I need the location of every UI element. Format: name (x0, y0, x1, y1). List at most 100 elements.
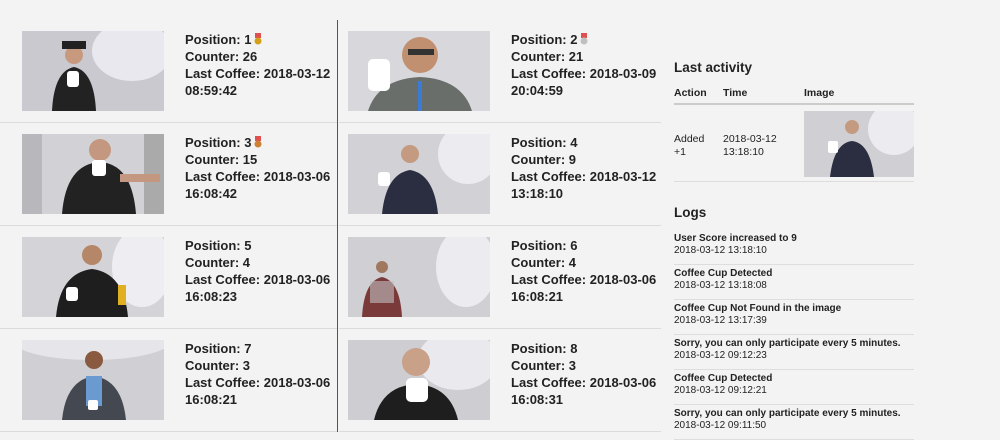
last-coffee-date: 2018-03-12 (263, 66, 331, 81)
leaderboard-card: Position: 4 Counter: 9 Last Coffee: 2018… (339, 123, 661, 226)
last-coffee-date: 2018-03-09 (589, 66, 657, 81)
action-text: Added (674, 133, 705, 145)
leaderboard-card: Position: 7 Counter: 3 Last Coffee: 2018… (0, 329, 337, 432)
entry-info: Position: 1 Counter: 26 Last Coffee: 201… (185, 31, 335, 99)
last-coffee-label: Last Coffee: (511, 66, 587, 81)
position-label: Position: (511, 32, 567, 47)
last-activity-title: Last activity (674, 60, 753, 75)
position-label: Position: (511, 341, 567, 356)
user-photo (348, 134, 490, 214)
activity-time: 2018-03-12 13:18:10 (723, 111, 804, 181)
leaderboard-card: Position: 6 Counter: 4 Last Coffee: 2018… (339, 226, 661, 329)
log-entry: Sorry, you can only participate every 5 … (674, 405, 914, 440)
entry-info: Position: 7 Counter: 3 Last Coffee: 2018… (185, 340, 335, 408)
last-coffee-label: Last Coffee: (185, 66, 261, 81)
image-column-header: Image (804, 87, 835, 99)
log-timestamp: 2018-03-12 09:11:50 (674, 420, 767, 431)
leaderboard-card: Position: 8 Counter: 3 Last Coffee: 2018… (339, 329, 661, 432)
entry-info: Position: 2 Counter: 21 Last Coffee: 201… (511, 31, 661, 99)
last-coffee-time: 20:04:59 (511, 83, 564, 98)
position-value: 7 (244, 341, 252, 356)
user-photo (22, 237, 164, 317)
counter-value: 21 (568, 49, 584, 64)
action-column-header: Action (674, 87, 707, 99)
position-value: 4 (570, 135, 578, 150)
user-photo (22, 134, 164, 214)
activity-row: Added +1 2018-03-12 13:18:10 (674, 105, 914, 182)
log-entry: User Score increased to 9 2018-03-12 13:1… (674, 230, 914, 265)
log-entry: Coffee Cup Detected 2018-03-12 09:12:21 (674, 370, 914, 405)
entry-info: Position: 4 Counter: 9 Last Coffee: 2018… (511, 134, 661, 202)
log-timestamp: 2018-03-12 09:12:23 (674, 350, 767, 361)
user-photo (348, 340, 490, 420)
activity-image (804, 111, 914, 177)
log-timestamp: 2018-03-12 13:17:39 (674, 315, 767, 326)
log-timestamp: 2018-03-12 13:18:10 (674, 245, 767, 256)
log-message: Coffee Cup Not Found in the image (674, 303, 842, 314)
last-coffee-label: Last Coffee: (511, 169, 587, 184)
log-entry: Coffee Cup Not Found in the image 2018-03… (674, 300, 914, 335)
user-photo (348, 237, 490, 317)
leaderboard-left-column: Position: 1 Counter: 26 Last Coffee: 201… (0, 20, 337, 432)
leaderboard-card: Position: 5 Counter: 4 Last Coffee: 2018… (0, 226, 337, 329)
last-coffee-label: Last Coffee: (185, 169, 261, 184)
entry-info: Position: 6 Counter: 4 Last Coffee: 2018… (511, 237, 661, 305)
position-label: Position: (185, 32, 241, 47)
entry-info: Position: 5 Counter: 4 Last Coffee: 2018… (185, 237, 335, 305)
counter-label: Counter: (511, 255, 566, 270)
log-entry: Sorry, you can only participate every 5 … (674, 335, 914, 370)
last-coffee-time: 16:08:31 (511, 392, 564, 407)
counter-value: 26 (242, 49, 258, 64)
position-value: 6 (570, 238, 578, 253)
position-value: 8 (570, 341, 578, 356)
last-coffee-date: 2018-03-12 (589, 169, 657, 184)
counter-label: Counter: (185, 49, 240, 64)
last-coffee-date: 2018-03-06 (589, 375, 657, 390)
logs-title: Logs (674, 205, 707, 220)
user-photo (22, 31, 164, 111)
counter-value: 3 (242, 358, 251, 373)
counter-value: 3 (568, 358, 577, 373)
log-timestamp: 2018-03-12 09:12:21 (674, 385, 767, 396)
position-value: 5 (244, 238, 252, 253)
counter-label: Counter: (185, 255, 240, 270)
last-coffee-time: 16:08:42 (185, 186, 238, 201)
counter-label: Counter: (511, 152, 566, 167)
position-value: 2 (570, 32, 578, 47)
entry-info: Position: 8 Counter: 3 Last Coffee: 2018… (511, 340, 661, 408)
activity-date: 2018-03-12 (723, 133, 777, 145)
column-divider (337, 20, 338, 432)
counter-label: Counter: (185, 358, 240, 373)
time-column-header: Time (723, 87, 748, 99)
last-coffee-time: 08:59:42 (185, 83, 238, 98)
counter-value: 9 (568, 152, 577, 167)
counter-label: Counter: (511, 49, 566, 64)
log-message: Coffee Cup Detected (674, 373, 773, 384)
user-photo (348, 31, 490, 111)
log-message: Sorry, you can only participate every 5 … (674, 408, 901, 419)
counter-label: Counter: (511, 358, 566, 373)
last-coffee-time: 16:08:21 (185, 392, 238, 407)
position-value: 1 (244, 32, 252, 47)
gold-medal-icon (253, 33, 263, 45)
leaderboard-card: Position: 2 Counter: 21 Last Coffee: 201… (339, 20, 661, 123)
silver-medal-icon (579, 33, 589, 45)
position-value: 3 (244, 135, 252, 150)
action-delta: +1 (674, 146, 686, 158)
leaderboard-card: Position: 1 Counter: 26 Last Coffee: 201… (0, 20, 337, 123)
last-coffee-date: 2018-03-06 (263, 375, 331, 390)
log-timestamp: 2018-03-12 13:18:08 (674, 280, 767, 291)
last-coffee-time: 16:08:23 (185, 289, 238, 304)
log-message: User Score increased to 9 (674, 233, 797, 244)
activity-clock: 13:18:10 (723, 146, 764, 158)
bronze-medal-icon (253, 136, 263, 148)
activity-panel: Last activity Action Time Image Added +1 … (674, 20, 914, 440)
position-label: Position: (511, 238, 567, 253)
position-label: Position: (185, 341, 241, 356)
counter-label: Counter: (185, 152, 240, 167)
last-coffee-date: 2018-03-06 (263, 272, 331, 287)
counter-value: 4 (568, 255, 577, 270)
last-coffee-time: 13:18:10 (511, 186, 564, 201)
log-message: Sorry, you can only participate every 5 … (674, 338, 901, 349)
position-label: Position: (185, 135, 241, 150)
